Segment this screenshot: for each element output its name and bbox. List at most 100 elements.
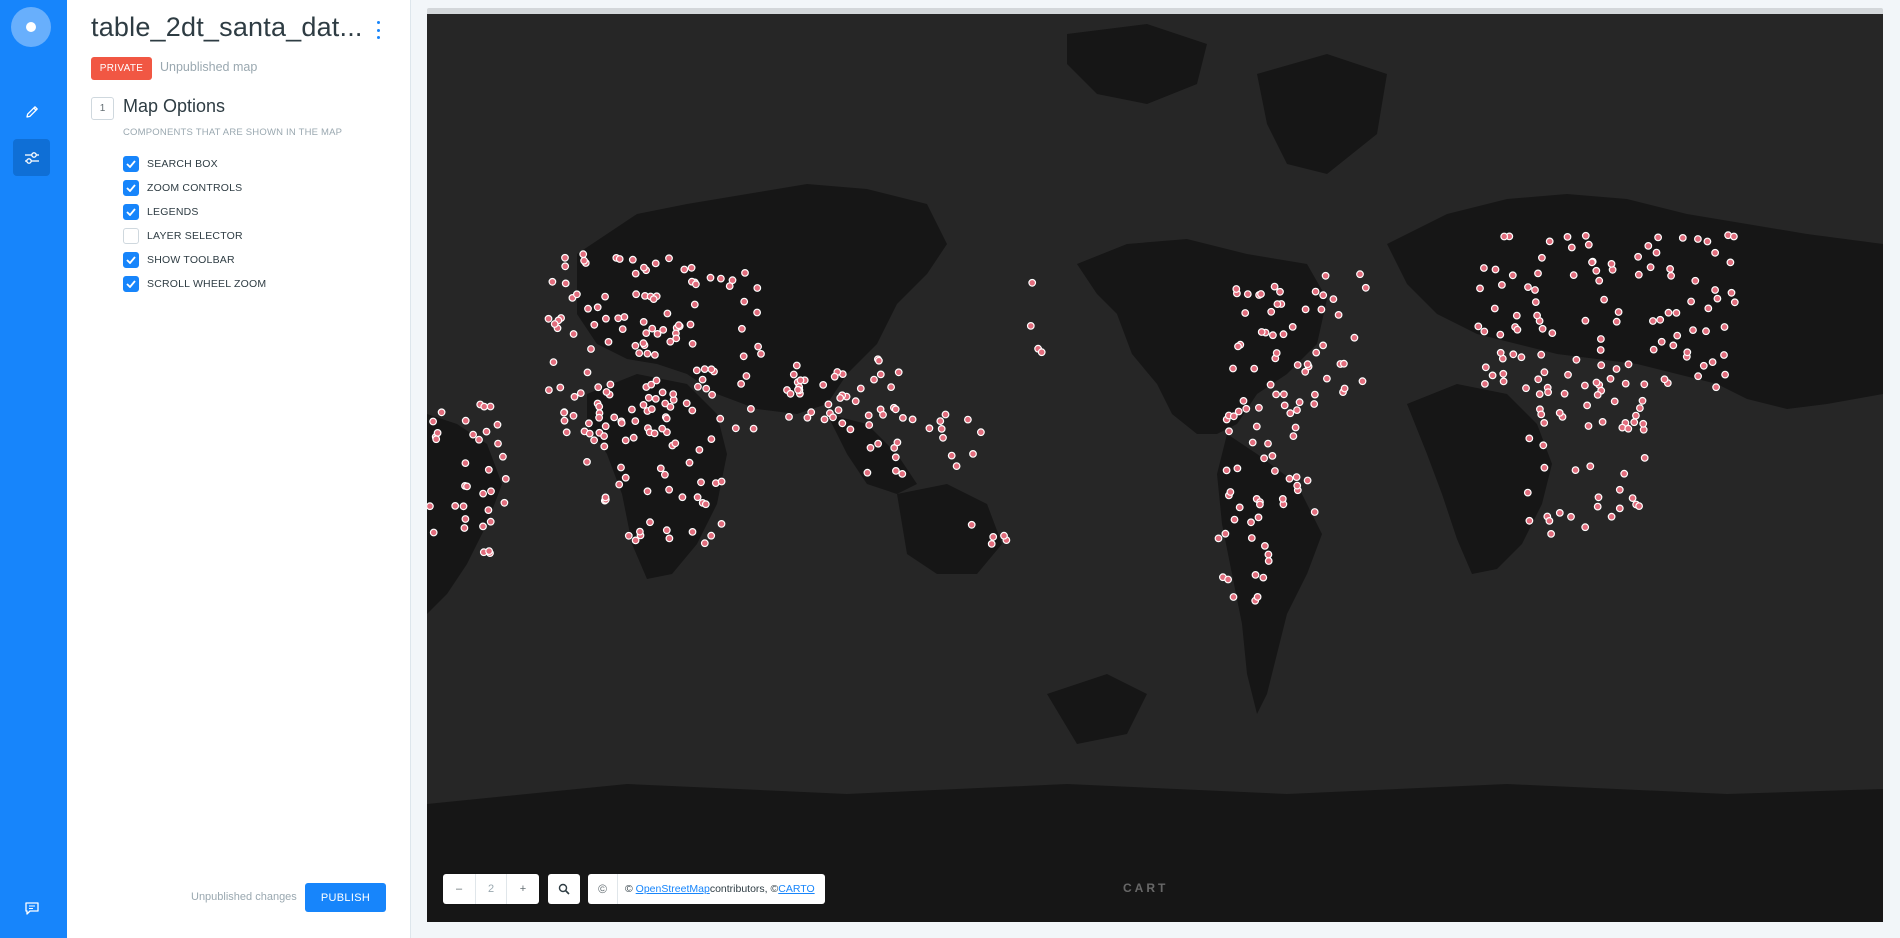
map-point[interactable] [1509, 350, 1518, 359]
map-point[interactable] [693, 493, 702, 502]
map-point[interactable] [1640, 380, 1649, 389]
map-point[interactable] [572, 290, 581, 299]
map-point[interactable] [1229, 412, 1238, 421]
map-point[interactable] [1499, 369, 1508, 378]
map-point[interactable] [899, 414, 907, 422]
privacy-badge[interactable]: PRIVATE [91, 57, 152, 80]
map-point[interactable] [1654, 233, 1662, 242]
map-point[interactable] [610, 413, 619, 422]
map-point[interactable] [1620, 469, 1629, 478]
map-options-button[interactable] [13, 139, 50, 176]
map-point[interactable] [1593, 391, 1602, 399]
map-point[interactable] [629, 433, 638, 442]
map-point[interactable] [639, 401, 648, 409]
map-point[interactable] [1312, 348, 1321, 357]
map-point[interactable] [1321, 271, 1330, 280]
map-point[interactable] [601, 292, 610, 301]
map-point[interactable] [716, 414, 725, 423]
map-point[interactable] [665, 485, 674, 494]
map-point[interactable] [1233, 464, 1242, 473]
map-point[interactable] [749, 424, 758, 433]
map-point[interactable] [569, 330, 578, 338]
map-point[interactable] [1537, 253, 1546, 262]
map-point[interactable] [1667, 271, 1675, 280]
map-point[interactable] [459, 502, 468, 511]
map-point[interactable] [1289, 432, 1298, 441]
map-point[interactable] [1522, 384, 1530, 393]
map-point[interactable] [1571, 466, 1580, 475]
map-point[interactable] [583, 458, 591, 466]
map-point[interactable] [461, 459, 470, 468]
map-point[interactable] [651, 259, 660, 268]
map-point[interactable] [1540, 368, 1549, 377]
map-point[interactable] [1531, 286, 1539, 294]
map-point[interactable] [1584, 422, 1593, 430]
map-point[interactable] [936, 417, 945, 426]
map-point[interactable] [621, 436, 630, 445]
checkbox[interactable] [123, 156, 139, 172]
map-point[interactable] [1537, 350, 1546, 359]
map-point[interactable] [1513, 325, 1522, 334]
map-point[interactable] [1301, 305, 1310, 314]
map-point[interactable] [1247, 534, 1256, 542]
map-point[interactable] [627, 405, 636, 414]
map-point[interactable] [740, 297, 749, 306]
option-legends[interactable]: LEGENDS [123, 204, 199, 220]
map-point[interactable] [1250, 364, 1259, 373]
map-point[interactable] [688, 528, 697, 536]
map-point[interactable] [1545, 237, 1554, 246]
map-point[interactable] [754, 342, 763, 351]
map-point[interactable] [1257, 290, 1265, 298]
map-point[interactable] [1317, 305, 1326, 314]
map-point[interactable] [1612, 317, 1621, 326]
map-point[interactable] [1533, 311, 1541, 320]
map-point[interactable] [947, 451, 956, 460]
map-point[interactable] [1649, 345, 1658, 354]
map-point[interactable] [1687, 297, 1695, 306]
map-point[interactable] [1624, 424, 1633, 433]
map-point[interactable] [1595, 276, 1604, 285]
map-point[interactable] [893, 438, 902, 447]
map-point[interactable] [1230, 515, 1239, 524]
map-point[interactable] [707, 531, 716, 540]
map-point[interactable] [1235, 503, 1244, 512]
map-point[interactable] [987, 540, 996, 548]
edit-map-button[interactable] [13, 93, 50, 130]
map-point[interactable] [1476, 284, 1484, 293]
map-point[interactable] [1319, 341, 1327, 350]
map-point[interactable] [1261, 542, 1269, 550]
map-point[interactable] [856, 384, 865, 393]
map-point[interactable] [1276, 287, 1284, 296]
map-point[interactable] [484, 465, 493, 474]
map-point[interactable] [461, 416, 470, 425]
map-point[interactable] [561, 262, 570, 271]
map-point[interactable] [1691, 276, 1700, 285]
map-point[interactable] [1292, 473, 1301, 482]
map-point[interactable] [585, 429, 594, 438]
map-point[interactable] [1524, 283, 1532, 292]
map-point[interactable] [665, 254, 673, 263]
map-point[interactable] [695, 446, 704, 454]
map-point[interactable] [632, 290, 641, 299]
map-point[interactable] [874, 439, 883, 448]
map-point[interactable] [1480, 327, 1489, 336]
map-point[interactable] [692, 280, 700, 289]
map-point[interactable] [584, 304, 592, 313]
map-point[interactable] [1730, 298, 1739, 307]
map-point[interactable] [647, 405, 656, 414]
map-point[interactable] [1232, 285, 1241, 293]
map-point[interactable] [1264, 439, 1272, 448]
map-point[interactable] [1224, 575, 1232, 584]
map-point[interactable] [665, 534, 674, 543]
map-point[interactable] [1538, 324, 1547, 333]
map-point[interactable] [1634, 252, 1642, 261]
map-point[interactable] [487, 487, 495, 496]
map-point[interactable] [437, 408, 446, 417]
map-point[interactable] [1500, 232, 1509, 241]
map-point[interactable] [653, 330, 662, 338]
map-point[interactable] [937, 425, 946, 433]
map-point[interactable] [1291, 423, 1300, 432]
map-point[interactable] [635, 349, 644, 358]
map-point[interactable] [1635, 502, 1643, 511]
map-point[interactable] [594, 383, 603, 392]
